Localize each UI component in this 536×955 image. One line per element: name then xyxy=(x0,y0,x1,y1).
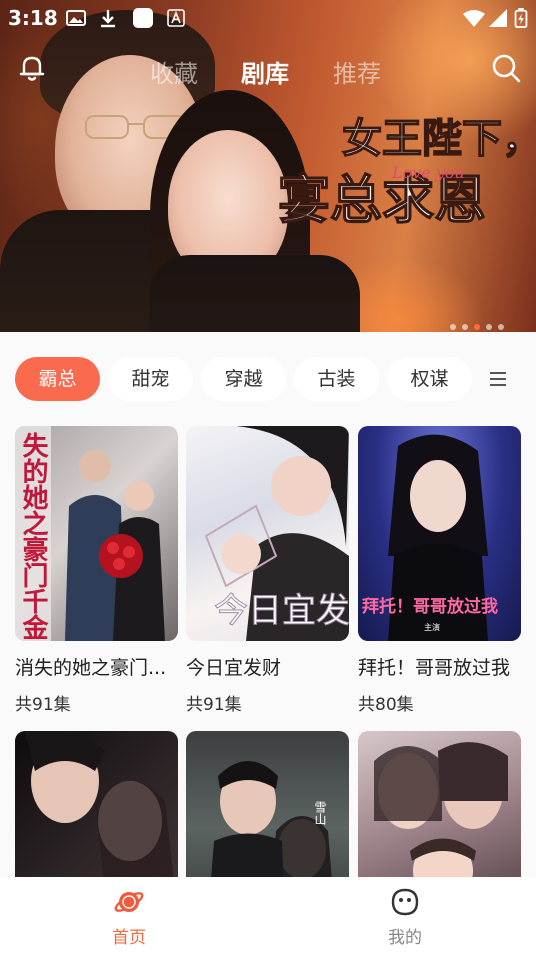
bell-icon[interactable] xyxy=(16,52,48,84)
drama-episodes: 共91集 xyxy=(15,695,71,715)
drama-card[interactable]: 今日宜发财 今日宜发财 共91集 xyxy=(186,426,349,715)
smiley-face-icon xyxy=(391,888,419,916)
poster-art: 雪山 xyxy=(211,761,332,877)
drama-card[interactable]: 拜托！哥哥放过我 主演 拜托！哥哥放过我 共80集 xyxy=(358,426,521,715)
signal-icon xyxy=(489,9,507,27)
search-icon[interactable] xyxy=(490,52,522,84)
pagination-dot xyxy=(450,324,456,330)
drama-card[interactable] xyxy=(358,731,521,877)
chip-tianchong[interactable]: 甜宠 xyxy=(108,357,193,401)
drama-episodes: 共80集 xyxy=(358,695,414,715)
planet-icon xyxy=(114,892,144,912)
download-icon xyxy=(101,10,115,28)
poster-art: 失的她之豪门千金 xyxy=(15,426,165,641)
poster-art xyxy=(25,731,174,877)
top-nav: 收藏 剧库 推荐 xyxy=(0,46,536,92)
poster-art xyxy=(374,742,508,877)
banner-title-line1: 女王陛下，宠 xyxy=(342,115,532,162)
pagination-dot xyxy=(486,324,492,330)
drama-episodes: 共91集 xyxy=(186,695,242,715)
poster-title: 拜托！哥哥放过我 xyxy=(362,596,498,617)
banner-title-art: 女王陛下，宠 宴总求恩 Love you xyxy=(277,114,532,232)
nav-home-label: 首页 xyxy=(112,928,146,948)
banner-script-text: Love you xyxy=(391,163,465,182)
pagination-dot xyxy=(474,324,480,330)
app-screen: 女王陛下，宠 宴总求恩 Love you 3:18 xyxy=(0,0,536,955)
chip-chuanyue[interactable]: 穿越 xyxy=(201,357,286,401)
poster-art: 今日宜发财 xyxy=(204,426,349,641)
status-time: 3:18 xyxy=(8,6,58,30)
tab-library[interactable]: 剧库 xyxy=(241,54,289,89)
drama-title: 消失的她之豪门... xyxy=(15,657,167,679)
drama-title: 今日宜发财 xyxy=(186,657,282,679)
image-icon xyxy=(66,10,86,26)
chip-guzhuang[interactable]: 古装 xyxy=(294,357,379,401)
wifi-icon xyxy=(463,10,485,27)
poster-subtitle: 主演 xyxy=(424,622,440,632)
drama-poster[interactable]: 拜托！哥哥放过我 主演 xyxy=(358,426,521,641)
banner-pagination xyxy=(450,315,510,330)
drama-card[interactable]: 失的她之豪门千金 消失的她之豪门... 共91集 xyxy=(15,426,178,715)
pagination-dot xyxy=(462,324,468,330)
nav-profile-label: 我的 xyxy=(388,928,422,948)
content-area: 霸总 甜宠 穿越 古装 权谋 失的她之豪门千金 消失的她之豪门... 共91集 … xyxy=(0,332,536,877)
nav-profile[interactable]: 我的 xyxy=(345,887,465,948)
chip-bazong[interactable]: 霸总 xyxy=(15,357,100,401)
battery-icon xyxy=(514,8,528,28)
drama-poster[interactable]: 雪山 xyxy=(186,731,349,877)
tab-favorites[interactable]: 收藏 xyxy=(150,54,198,89)
tab-recommend[interactable]: 推荐 xyxy=(333,54,381,89)
drama-poster[interactable] xyxy=(15,731,178,877)
pagination-dot xyxy=(498,324,504,330)
poster-title-vertical: 失的她之豪门千金 xyxy=(18,432,49,640)
drama-poster[interactable]: 今日宜发财 xyxy=(186,426,349,641)
category-menu-icon[interactable] xyxy=(486,367,510,391)
drama-poster[interactable]: 失的她之豪门千金 xyxy=(15,426,178,641)
status-bar: 3:18 xyxy=(0,0,536,36)
poster-art: 拜托！哥哥放过我 主演 xyxy=(362,434,498,641)
app-notification-icon xyxy=(133,8,153,28)
poster-title: 今日宜发财 xyxy=(214,591,349,631)
drama-poster[interactable] xyxy=(358,731,521,877)
bottom-nav: 首页 我的 xyxy=(0,877,536,955)
category-chips: 霸总 甜宠 穿越 古装 权谋 xyxy=(0,357,536,401)
text-a-icon xyxy=(167,9,185,27)
poster-title-vertical: 雪山 xyxy=(313,801,327,825)
banner-woman-body xyxy=(150,255,360,332)
drama-card[interactable]: 雪山 xyxy=(186,731,349,877)
nav-home[interactable]: 首页 xyxy=(69,887,189,948)
chip-quanmou[interactable]: 权谋 xyxy=(387,357,472,401)
drama-title: 拜托！哥哥放过我 xyxy=(358,657,511,679)
drama-card[interactable] xyxy=(15,731,178,877)
